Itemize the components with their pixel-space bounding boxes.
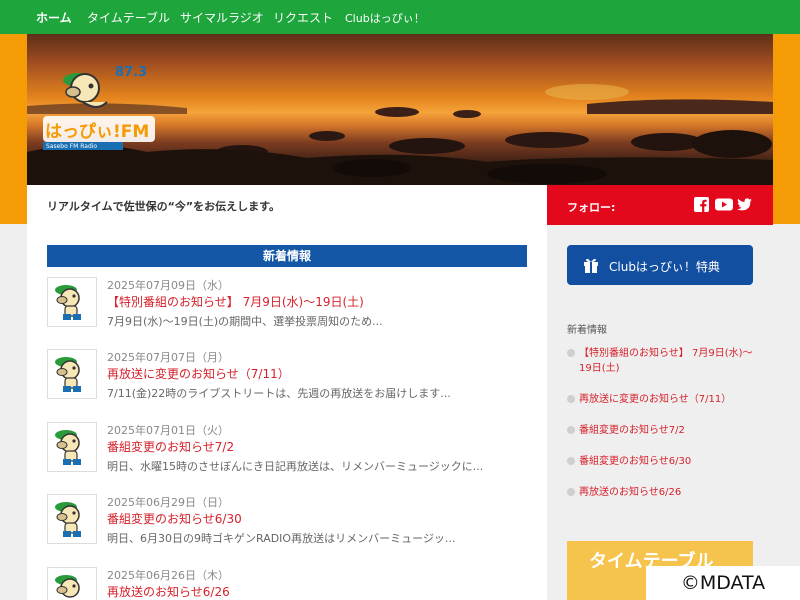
sidebar: Clubはっぴぃ！特典 新着情報 【特別番組のお知らせ】 7月9日(水)〜19日… [547, 225, 773, 600]
sidebar-news-item[interactable]: 番組変更のお知らせ7/2 [567, 423, 757, 438]
nav-item-request[interactable]: リクエスト [273, 9, 333, 26]
club-button-label: Clubはっぴぃ！特典 [609, 260, 720, 274]
news-date: 2025年07月07日（月） [107, 351, 229, 364]
sidebar-news-heading: 新着情報 [567, 325, 607, 336]
bullet-icon [567, 457, 575, 465]
news-date: 2025年06月29日（日） [107, 496, 229, 509]
logo-frequency: 87.3 [115, 65, 147, 80]
news-title-link[interactable]: 番組変更のお知らせ7/2 [107, 438, 234, 455]
logo-subtitle: Sasebo FM Radio [46, 143, 97, 150]
news-date: 2025年06月26日（木） [107, 569, 229, 582]
copyright-watermark: ©MDATA [646, 566, 800, 600]
site-tagline: リアルタイムで佐世保の“今”をお伝えします。 [47, 200, 281, 213]
sidebar-news-item[interactable]: 再放送に変更のお知らせ（7/11） [567, 392, 757, 407]
sidebar-news-link[interactable]: 【特別番組のお知らせ】 7月9日(水)〜19日(土) [567, 346, 757, 376]
nav-item-home[interactable]: ホーム [36, 9, 72, 26]
nav-item-club[interactable]: Clubはっぴぃ！ [345, 10, 425, 26]
nav-item-timetable[interactable]: タイムテーブル [87, 9, 170, 26]
sidebar-news-link[interactable]: 再放送のお知らせ6/26 [567, 485, 757, 500]
news-item[interactable]: 2025年07月09日（水） 【特別番組のお知らせ】 7月9日(水)〜19日(土… [47, 277, 537, 337]
news-title-link[interactable]: 番組変更のお知らせ6/30 [107, 510, 242, 527]
sidebar-news-link[interactable]: 番組変更のお知らせ7/2 [567, 423, 757, 438]
logo-name: はっぴぃ!FM [45, 122, 149, 142]
gift-icon [584, 258, 598, 273]
mascot-icon [55, 575, 80, 598]
bullet-icon [567, 395, 575, 403]
hero-sunset-image: 87.3 はっぴぃ!FM Sasebo FM Radio [27, 34, 773, 185]
news-thumbnail[interactable] [47, 277, 97, 327]
main-content: 新着情報 2025年07月09日（水） 【特別番組のお知らせ】 7月9日(水)〜… [27, 225, 547, 600]
news-title-link[interactable]: 再放送のお知らせ6/26 [107, 583, 230, 600]
news-excerpt: 7月9日(水)〜19日(土)の期間中、選挙投票周知のため... [107, 315, 383, 328]
follow-bar: フォロー: [547, 185, 773, 225]
sidebar-news-item[interactable]: 番組変更のお知らせ6/30 [567, 454, 757, 469]
news-thumbnail[interactable] [47, 349, 97, 399]
mascot-icon [55, 502, 81, 537]
news-excerpt: 明日、6月30日の9時ゴキゲンRADIO再放送はリメンバーミュージッ... [107, 532, 456, 545]
right-accent-bar [773, 34, 800, 224]
news-excerpt: 7/11(金)22時のライブストリートは、先週の再放送をお届けします... [107, 387, 451, 400]
happy-fm-logo: 87.3 はっぴぃ!FM Sasebo FM Radio [43, 65, 155, 150]
sidebar-news-link[interactable]: 再放送に変更のお知らせ（7/11） [567, 392, 757, 407]
follow-label: フォロー: [567, 201, 616, 214]
news-title-link[interactable]: 【特別番組のお知らせ】 7月9日(水)〜19日(土) [107, 293, 364, 310]
sidebar-news-item[interactable]: 【特別番組のお知らせ】 7月9日(水)〜19日(土) [567, 346, 757, 376]
twitter-icon[interactable] [737, 197, 752, 212]
top-nav: ホーム タイムテーブル サイマルラジオ リクエスト Clubはっぴぃ！ [0, 0, 800, 34]
news-item[interactable]: 2025年06月29日（日） 番組変更のお知らせ6/30 明日、6月30日の9時… [47, 494, 537, 554]
mascot-icon [55, 357, 81, 392]
sidebar-news-item[interactable]: 再放送のお知らせ6/26 [567, 485, 757, 500]
youtube-icon[interactable] [715, 197, 733, 212]
news-item[interactable]: 2025年07月07日（月） 再放送に変更のお知らせ（7/11） 7/11(金)… [47, 349, 537, 409]
news-date: 2025年07月09日（水） [107, 279, 229, 292]
nav-item-simul-radio[interactable]: サイマルラジオ [180, 9, 264, 26]
left-accent-bar [0, 34, 27, 224]
news-thumbnail[interactable] [47, 494, 97, 544]
mascot-icon [55, 285, 81, 320]
club-happy-benefits-button[interactable]: Clubはっぴぃ！特典 [567, 245, 753, 285]
news-item[interactable]: 2025年06月26日（木） 再放送のお知らせ6/26 [47, 567, 537, 600]
news-date: 2025年07月01日（火） [107, 424, 229, 437]
news-thumbnail[interactable] [47, 567, 97, 600]
bullet-icon [567, 488, 575, 496]
tagline-bar: リアルタイムで佐世保の“今”をお伝えします。 [27, 185, 547, 225]
bullet-icon [567, 349, 575, 357]
bullet-icon [567, 426, 575, 434]
news-section-header: 新着情報 [47, 245, 527, 267]
news-title-link[interactable]: 再放送に変更のお知らせ（7/11） [107, 365, 290, 382]
sidebar-news-link[interactable]: 番組変更のお知らせ6/30 [567, 454, 757, 469]
news-item[interactable]: 2025年07月01日（火） 番組変更のお知らせ7/2 明日、水曜15時のさせぼ… [47, 422, 537, 482]
facebook-icon[interactable] [694, 197, 709, 212]
mascot-icon [55, 430, 81, 465]
news-excerpt: 明日、水曜15時のさせぼんにき日記再放送は、リメンバーミュージックに... [107, 460, 484, 473]
news-thumbnail[interactable] [47, 422, 97, 472]
